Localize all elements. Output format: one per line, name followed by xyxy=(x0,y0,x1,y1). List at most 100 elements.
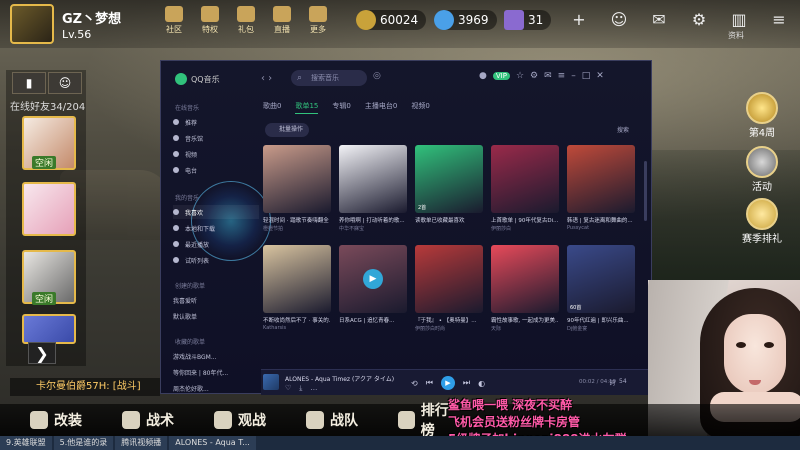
tab-albums[interactable]: 专辑0 xyxy=(332,101,350,114)
volume-icon[interactable]: ◐ xyxy=(478,379,485,388)
playlist-creator[interactable]: Katharsis xyxy=(263,325,331,331)
playlist-cover[interactable] xyxy=(263,145,331,213)
playlist-title[interactable]: 读歌单已收藏最喜欢 xyxy=(415,216,483,224)
sidebar-item-created-playlist[interactable]: 我喜爱听 xyxy=(173,293,259,307)
loop-icon[interactable]: ⟲ xyxy=(411,379,418,388)
player-avatar[interactable] xyxy=(10,4,54,44)
menu-icon[interactable]: ≡ xyxy=(558,71,566,81)
tab-playlists[interactable]: 歌单15 xyxy=(295,101,319,114)
user-avatar-icon[interactable]: ● xyxy=(479,71,487,81)
playlist-cover[interactable] xyxy=(263,245,331,313)
taskbar-item[interactable]: 9.英雄联盟 xyxy=(0,436,52,450)
more-icon[interactable]: … xyxy=(310,384,317,393)
playlist-card[interactable]: 60首 90年代红遍 | 即兴乐曲... Dj鲍金宴 xyxy=(567,245,635,332)
search-input[interactable]: ⌕ 搜索音乐 xyxy=(291,70,367,86)
playlist-creator[interactable]: Dj鲍金宴 xyxy=(567,325,635,332)
playlist-title[interactable]: 轻混时间 · 踏歌节奏嗨翻全 xyxy=(263,216,331,224)
nav-community[interactable]: 社区 xyxy=(160,6,188,35)
nav-gift[interactable]: 礼包 xyxy=(232,6,260,35)
playlist-card[interactable]: 2首读歌单已收藏最喜欢 xyxy=(415,145,483,225)
sidebar-item-local[interactable]: 本地和下载 xyxy=(173,221,259,235)
minimize-icon[interactable]: – xyxy=(571,71,576,81)
playlist-title[interactable]: 『于我』 • 【奥特曼】... xyxy=(415,316,483,324)
playlist-creator[interactable]: 橙橙节拍 xyxy=(263,225,331,232)
skin-icon[interactable]: ☆ xyxy=(516,71,524,81)
batch-operation-button[interactable]: 批量操作 xyxy=(265,123,310,137)
playlist-title[interactable]: 养你哦啊 | 打动听着的歌... xyxy=(339,216,407,224)
playlist-title[interactable]: 日系ACG | 追忆青春... xyxy=(339,316,407,324)
playlist-card[interactable]: ▶ 日系ACG | 追忆青春... xyxy=(339,245,407,325)
playlist-creator[interactable]: 伊丽莎白时尚 xyxy=(415,325,483,332)
plus-icon[interactable]: + xyxy=(568,8,590,30)
playlist-title[interactable]: 上首歌单 | 90年代复古Di... xyxy=(491,216,559,224)
playlist-cover[interactable]: ▶ xyxy=(339,245,407,313)
playlist-title[interactable]: 不断收尚然后不了 · 事关的... xyxy=(263,316,331,324)
gear-icon[interactable]: ⚙ xyxy=(688,8,710,30)
playlist-cover[interactable] xyxy=(567,145,635,213)
playlist-card[interactable]: 轻混时间 · 踏歌节奏嗨翻全 橙橙节拍 xyxy=(263,145,331,232)
event-season[interactable]: 赛季排礼 xyxy=(740,198,784,245)
playlist-creator[interactable]: Pussycat xyxy=(567,225,635,231)
book-icon[interactable]: ▥ xyxy=(728,8,750,30)
playlist-title[interactable]: 霸性故事歌, 一起成为更美... xyxy=(491,316,559,324)
sidebar-item-recommend[interactable]: 推荐 xyxy=(173,115,259,129)
menu-ranking[interactable]: 排行榜 xyxy=(368,403,460,439)
sidebar-item-video[interactable]: 视频 xyxy=(173,147,259,161)
event-week[interactable]: 第4周 xyxy=(740,92,784,139)
download-icon[interactable]: ⤓ xyxy=(299,384,302,393)
chart-tab-icon[interactable]: ▮ xyxy=(12,72,46,94)
playlist-cover[interactable]: 2首 xyxy=(415,145,483,213)
sidebar-item-collected-playlist[interactable]: 等你回来 | 80年代... xyxy=(173,365,259,379)
taskbar-item[interactable]: 腾讯视频播 xyxy=(115,436,168,450)
playlist-card[interactable]: 不断收尚然后不了 · 事关的... Katharsis xyxy=(263,245,331,331)
maximize-icon[interactable]: □ xyxy=(582,71,591,81)
sidebar-item-radio[interactable]: 电台 xyxy=(173,163,259,177)
friends-tab-icon[interactable]: ☺ xyxy=(48,72,82,94)
menu-modify[interactable]: 改装 xyxy=(0,404,92,436)
taskbar-item[interactable]: 5.他是谁的录 xyxy=(53,436,114,450)
playlist-cover[interactable] xyxy=(491,145,559,213)
quality-badge[interactable]: 54 xyxy=(619,378,627,387)
mail-icon[interactable]: ✉ xyxy=(648,8,670,30)
playlist-card[interactable]: 霸性故事歌, 一起成为更美... 天际 xyxy=(491,245,559,332)
diamond-counter[interactable]: 3969 xyxy=(434,10,497,30)
sidebar-item-music-hall[interactable]: 音乐馆 xyxy=(173,131,259,145)
event-activity[interactable]: 活动 xyxy=(740,146,784,193)
mail-icon[interactable]: ✉ xyxy=(544,71,552,81)
next-icon[interactable]: ⏭ xyxy=(463,378,470,388)
playlist-creator[interactable]: 天际 xyxy=(491,325,559,332)
menu-icon[interactable]: ≡ xyxy=(768,8,790,30)
sidebar-item-trial[interactable]: 试听列表 xyxy=(173,253,259,267)
playlist-cover[interactable] xyxy=(339,145,407,213)
sidebar-item-liked[interactable]: 我喜欢 xyxy=(173,205,259,219)
sidebar-item-recent[interactable]: 最近播放 xyxy=(173,237,259,251)
playlist-creator[interactable]: 中华不寐宝 xyxy=(339,225,407,232)
taskbar-item[interactable]: ALONES - Aqua T... xyxy=(169,436,256,450)
tab-radio[interactable]: 主播电台0 xyxy=(365,101,397,114)
nav-privilege[interactable]: 特权 xyxy=(196,6,224,35)
menu-spectate[interactable]: 观战 xyxy=(184,404,276,436)
playlist-title[interactable]: 90年代红遍 | 即兴乐曲... xyxy=(567,316,635,324)
playlist-cover[interactable] xyxy=(415,245,483,313)
expand-arrow-icon[interactable]: ❯ xyxy=(28,342,56,364)
sidebar-item-collected-playlist[interactable]: 游戏战斗BGM... xyxy=(173,349,259,363)
playlist-creator[interactable]: 伊丽莎白 xyxy=(491,225,559,232)
playlist-card[interactable]: 韩语 | 复古迷离和舞曲的... Pussycat xyxy=(567,145,635,231)
playlist-card[interactable]: 上首歌单 | 90年代复古Di... 伊丽莎白 xyxy=(491,145,559,232)
menu-team[interactable]: 战队 xyxy=(276,404,368,436)
nav-more[interactable]: 更多 xyxy=(304,6,332,35)
playlist-card[interactable]: 『于我』 • 【奥特曼】... 伊丽莎白时尚 xyxy=(415,245,483,332)
search-button[interactable]: 搜索 xyxy=(617,125,629,134)
friend-avatar[interactable] xyxy=(22,314,76,344)
settings-icon[interactable]: ⚙ xyxy=(530,71,538,81)
friends-icon[interactable]: ☺ xyxy=(608,8,630,30)
card-counter[interactable]: 31 xyxy=(504,10,552,30)
playlist-cover[interactable]: 60首 xyxy=(567,245,635,313)
sidebar-item-collected-playlist[interactable]: 周杰伦好歌... xyxy=(173,381,259,395)
scrollbar[interactable] xyxy=(644,161,647,221)
play-icon[interactable]: ▶ xyxy=(363,269,383,289)
nav-arrows-icon[interactable]: ‹ › xyxy=(261,73,272,84)
playlist-cover[interactable] xyxy=(491,245,559,313)
playlist-card[interactable]: 养你哦啊 | 打动听着的歌... 中华不寐宝 xyxy=(339,145,407,232)
friend-avatar[interactable] xyxy=(22,182,76,236)
